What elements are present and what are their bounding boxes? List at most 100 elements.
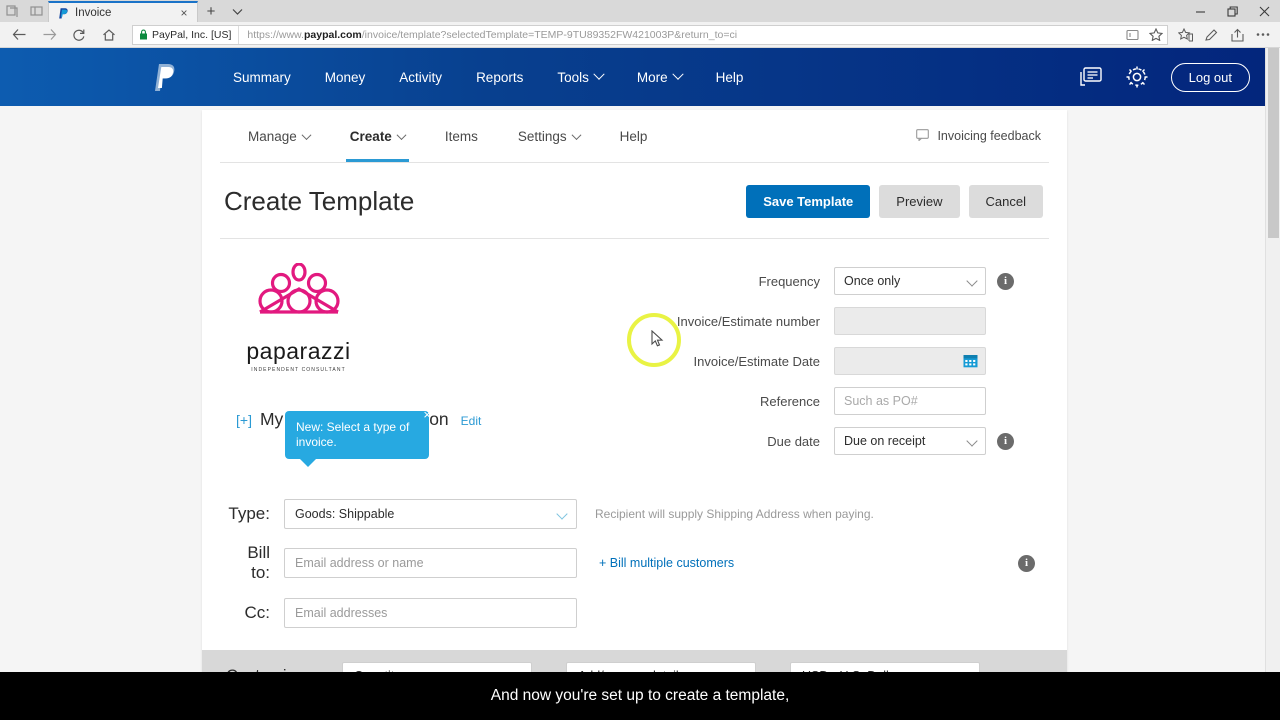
chevron-down-icon xyxy=(396,129,407,140)
home-icon[interactable] xyxy=(94,23,124,47)
field-label: Invoice/Estimate Date xyxy=(693,353,820,369)
nav-item-activity[interactable]: Activity xyxy=(382,70,459,85)
page-title: Create Template xyxy=(224,186,415,216)
favorites-hub-icon[interactable] xyxy=(1172,23,1198,47)
security-label: PayPal, Inc. [US] xyxy=(152,28,232,41)
share-icon[interactable] xyxy=(1224,23,1250,47)
page-scrollbar[interactable] xyxy=(1265,48,1280,720)
invoicing-feedback-button[interactable]: Invoicing feedback xyxy=(916,128,1049,144)
reference-wrap xyxy=(834,387,986,415)
invoice-number-input[interactable] xyxy=(834,307,986,335)
scrollbar-thumb[interactable] xyxy=(1268,48,1279,238)
back-arrow-icon[interactable] xyxy=(4,23,34,47)
nav-item-money[interactable]: Money xyxy=(308,70,383,85)
titlebar-left-buttons xyxy=(0,0,48,22)
chevron-down-icon xyxy=(593,68,605,80)
site-security-chip[interactable]: PayPal, Inc. [US] xyxy=(133,25,240,44)
browser-navbar: PayPal, Inc. [US] https://www.paypal.com… xyxy=(0,22,1280,48)
type-select-wrap: Goods: Shippable xyxy=(284,499,577,529)
paypal-main-nav: Summary Money Activity Reports Tools Mor… xyxy=(216,68,761,85)
business-logo-subtitle: INDEPENDENT CONSULTANT xyxy=(251,367,346,373)
tab-label: Settings xyxy=(517,128,567,144)
type-row: Type: Goods: Shippable Recipient will su… xyxy=(224,499,1045,529)
browser-tab[interactable]: Invoice × xyxy=(48,1,198,22)
tab-label: Help xyxy=(619,128,648,144)
forward-arrow-icon[interactable] xyxy=(34,23,64,47)
expand-icon[interactable]: [+] xyxy=(236,412,252,428)
url-path: /invoice/template?selectedTemplate=TEMP-… xyxy=(361,28,738,41)
set-aside-tabs-icon[interactable] xyxy=(28,3,44,19)
reference-input[interactable] xyxy=(834,387,986,415)
close-icon[interactable]: × xyxy=(423,408,431,421)
web-notes-icon[interactable] xyxy=(1198,23,1224,47)
cc-input[interactable] xyxy=(284,598,577,628)
invoice-date-input[interactable] xyxy=(834,347,986,375)
messages-icon[interactable] xyxy=(1079,66,1103,88)
frequency-info-icon[interactable]: i xyxy=(997,272,1014,290)
invoice-form-body: paparazzi INDEPENDENT CONSULTANT [+] My … xyxy=(202,239,1067,702)
favorite-star-icon[interactable] xyxy=(1147,26,1165,44)
minimize-button[interactable] xyxy=(1184,0,1216,22)
logout-button[interactable]: Log out xyxy=(1170,62,1250,92)
url-prefix: https://www. xyxy=(247,28,304,41)
new-feature-callout: New: Select a type of invoice. × xyxy=(285,408,431,467)
feedback-icon xyxy=(916,128,930,144)
field-label: Reference xyxy=(760,393,820,409)
field-label: Frequency xyxy=(758,273,820,289)
close-icon[interactable]: × xyxy=(177,7,191,19)
invoice-number-wrap xyxy=(834,307,986,335)
business-logo[interactable]: paparazzi INDEPENDENT CONSULTANT xyxy=(246,262,351,373)
tab-settings[interactable]: Settings xyxy=(498,110,600,162)
bill-to-info-icon[interactable]: i xyxy=(1018,554,1035,572)
frequency-select[interactable]: Once only xyxy=(834,267,986,295)
nav-item-summary[interactable]: Summary xyxy=(216,70,308,85)
field-row-reference: Reference xyxy=(604,387,1045,415)
nav-item-more[interactable]: More xyxy=(620,68,699,85)
tab-title: Invoice xyxy=(75,6,112,19)
invoice-type-select[interactable]: Goods: Shippable xyxy=(284,499,577,529)
due-date-select[interactable]: Due on receipt xyxy=(834,427,986,455)
business-logo-word: paparazzi xyxy=(246,338,351,364)
paypal-logo[interactable] xyxy=(152,61,178,93)
cancel-button[interactable]: Cancel xyxy=(968,185,1043,218)
nav-item-tools[interactable]: Tools xyxy=(540,68,620,85)
tab-manage[interactable]: Manage xyxy=(220,110,330,162)
nav-label: Tools xyxy=(557,69,589,85)
bill-to-input[interactable] xyxy=(284,548,577,578)
reading-view-icon[interactable] xyxy=(1123,26,1141,44)
preview-button[interactable]: Preview xyxy=(879,185,960,218)
type-hint-text: Recipient will supply Shipping Address w… xyxy=(595,507,874,521)
page-viewport: Summary Money Activity Reports Tools Mor… xyxy=(0,48,1280,720)
restore-button[interactable] xyxy=(1216,0,1248,22)
chevron-down-icon[interactable] xyxy=(224,1,250,22)
save-template-button[interactable]: Save Template xyxy=(746,185,871,218)
invoice-date-wrap xyxy=(834,347,986,375)
bill-multiple-customers-link[interactable]: + Bill multiple customers xyxy=(599,556,734,570)
due-date-info-icon[interactable]: i xyxy=(997,432,1014,450)
field-label: Due date xyxy=(767,433,820,449)
tab-label: Manage xyxy=(248,128,297,144)
tab-create[interactable]: Create xyxy=(330,110,425,162)
address-bar[interactable]: PayPal, Inc. [US] https://www.paypal.com… xyxy=(132,24,1168,45)
page-header-row: Create Template Save Template Preview Ca… xyxy=(202,163,1067,238)
field-row-frequency: Frequency Once only i xyxy=(604,267,1045,295)
url-domain: paypal.com xyxy=(303,28,362,41)
nav-item-help[interactable]: Help xyxy=(699,70,761,85)
tab-help[interactable]: Help xyxy=(600,110,668,162)
nav-item-reports[interactable]: Reports xyxy=(459,70,540,85)
nav-label: Help xyxy=(715,69,744,85)
tab-preview-icon[interactable] xyxy=(4,3,20,19)
new-tab-button[interactable]: + xyxy=(198,1,224,22)
close-button[interactable] xyxy=(1248,0,1280,22)
nav-label: Reports xyxy=(476,69,524,85)
browser-titlebar: Invoice × + xyxy=(0,0,1280,22)
header-actions: Save Template Preview Cancel xyxy=(746,185,1043,218)
type-label: Type: xyxy=(228,504,270,523)
refresh-icon[interactable] xyxy=(64,23,94,47)
more-settings-icon[interactable] xyxy=(1250,23,1276,47)
tab-items[interactable]: Items xyxy=(425,110,498,162)
browser-window: Invoice × + PayPal, Inc. [US] https://ww… xyxy=(0,0,1280,720)
edit-business-info-link[interactable]: Edit xyxy=(461,414,482,428)
gear-icon[interactable] xyxy=(1125,65,1149,89)
callout-text: New: Select a type of invoice. xyxy=(296,420,410,449)
